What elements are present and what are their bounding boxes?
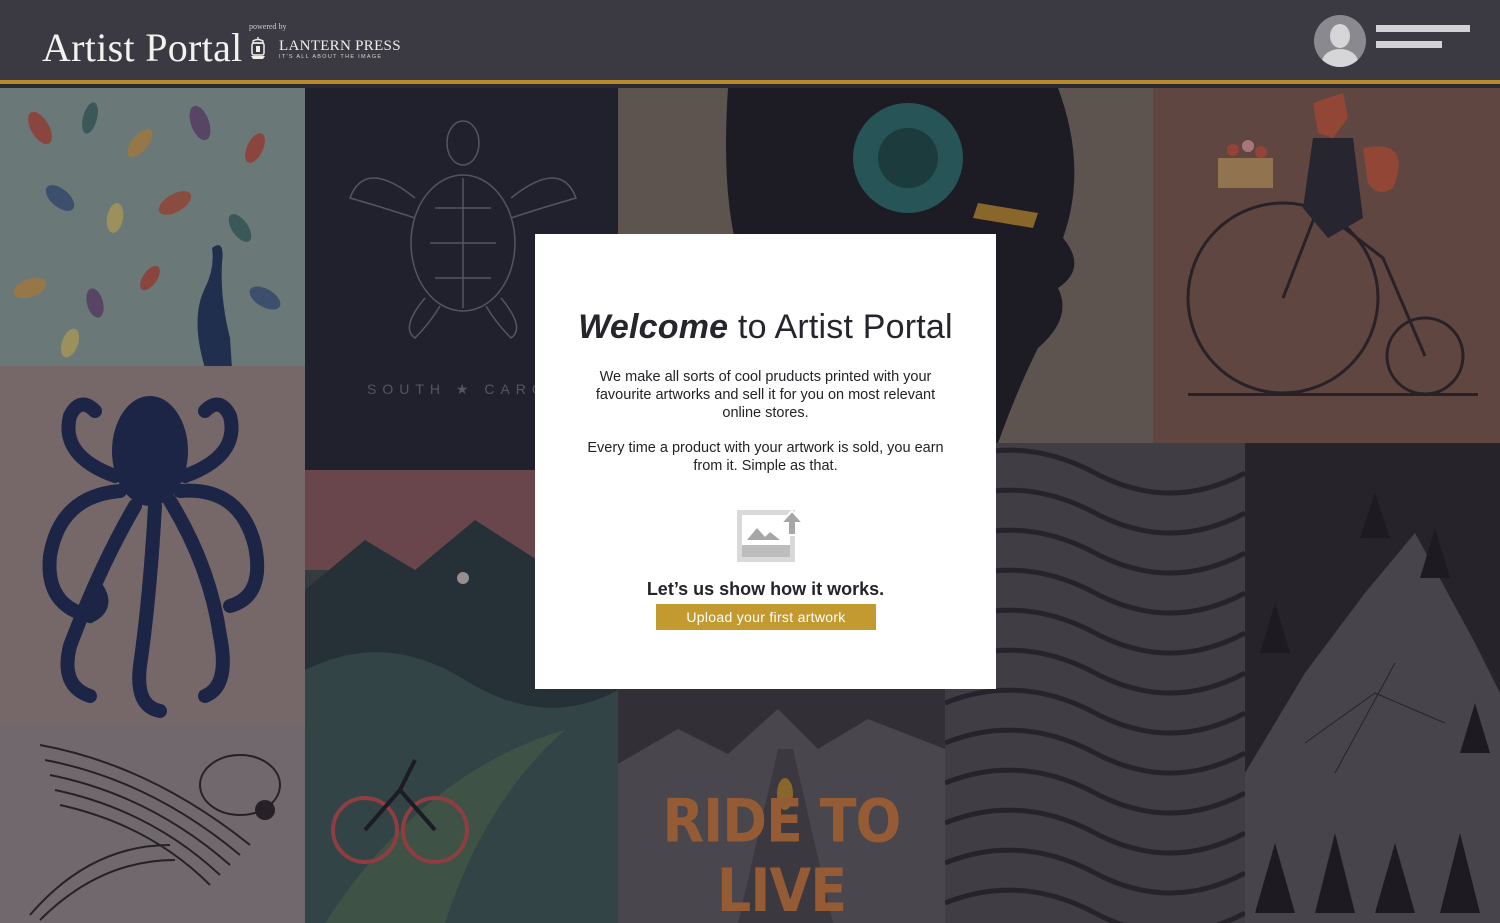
earnings-paragraph: Every time a product with your artwork i… — [587, 440, 944, 474]
powered-by-label: powered by — [249, 22, 287, 31]
app-title[interactable]: Artist Portal — [42, 24, 243, 71]
user-name-placeholder[interactable] — [1376, 25, 1470, 32]
partner-logo[interactable]: powered by LANTERN PRESS IT'S ALL ABOUT … — [248, 22, 408, 62]
cta-heading: Let’s us show how it works. — [646, 579, 885, 599]
welcome-modal: Welcome to Artist Portal We make all sor… — [535, 234, 996, 689]
partner-name: LANTERN PRESS — [279, 38, 401, 54]
avatar-icon[interactable] — [1314, 15, 1366, 67]
partner-tagline: IT'S ALL ABOUT THE IMAGE — [279, 54, 383, 60]
image-upload-icon — [737, 509, 805, 562]
lantern-icon — [251, 37, 265, 59]
top-bar: Artist Portal powered by LANTERN PRESS I… — [0, 0, 1500, 84]
modal-title: Welcome to Artist Portal — [535, 308, 996, 347]
modal-title-rest: to Artist Portal — [728, 308, 953, 346]
user-subtitle-placeholder[interactable] — [1376, 41, 1442, 48]
intro-paragraph: We make all sorts of cool pruducts print… — [595, 369, 936, 421]
upload-artwork-button[interactable]: Upload your first artwork — [656, 604, 876, 630]
modal-title-emphasis: Welcome — [578, 308, 729, 346]
